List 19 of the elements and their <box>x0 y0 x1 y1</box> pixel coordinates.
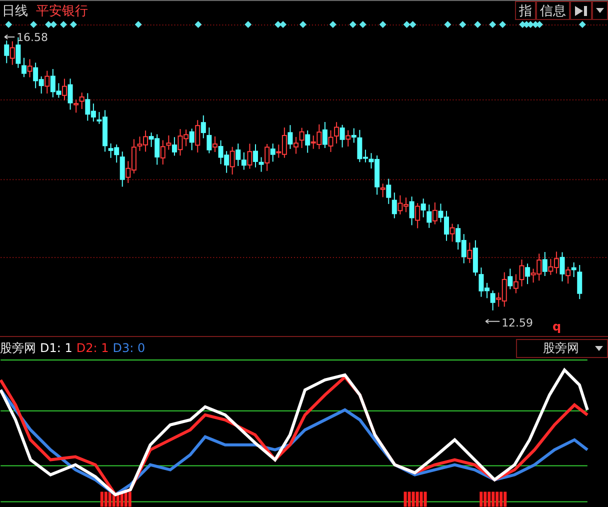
indicator-selector[interactable]: 股旁网 <box>516 338 608 358</box>
low-pointer-icon <box>485 318 500 324</box>
high-price-label: 16.58 <box>16 30 48 44</box>
indicator-value: D1: 1 <box>40 341 72 356</box>
dropdown-button[interactable] <box>592 1 608 20</box>
stock-name: 平安银行 <box>36 2 88 20</box>
high-pointer-icon <box>4 34 16 40</box>
toolbar-button[interactable]: 信息 <box>536 1 570 20</box>
indicator-value: D2: 1 <box>76 341 109 356</box>
skip-end-button[interactable] <box>570 1 592 20</box>
period-label: 日线 <box>1 2 28 20</box>
skip-end-icon <box>574 4 588 16</box>
indicator-name: 股旁网 <box>0 340 36 357</box>
caret-icon <box>596 8 604 13</box>
marker-label: q <box>552 319 562 334</box>
toolbar-button[interactable]: 指 <box>515 1 536 20</box>
indicator-value: D3: 0 <box>112 341 146 356</box>
caret-icon <box>595 346 603 351</box>
low-price-label: 12.59 <box>502 316 533 330</box>
